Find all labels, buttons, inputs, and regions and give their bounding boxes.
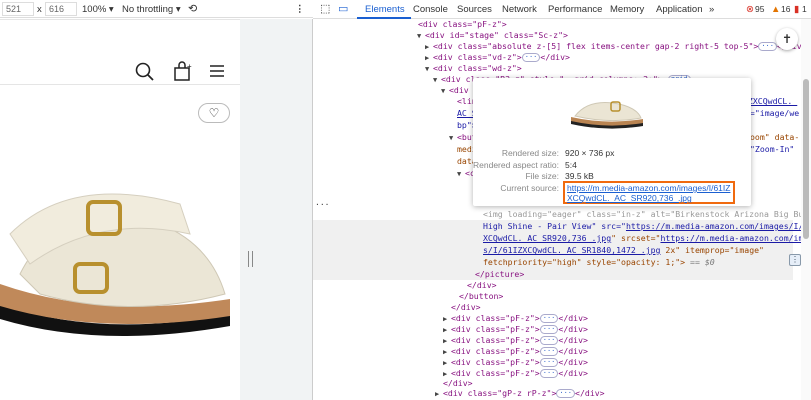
expand-dots[interactable]: ···: [539, 347, 559, 356]
page-viewport: + ♡: [0, 19, 240, 400]
dom-line[interactable]: s/I/61IZXCQwdCL._AC_SR1840,1472_.jpg 2x"…: [483, 244, 764, 256]
more-tabs-button[interactable]: »: [709, 4, 714, 15]
dom-text: <div class="pF-z">: [451, 357, 540, 367]
dom-text: </div>: [575, 388, 605, 398]
src-link[interactable]: https://m.media-amazon.com/images/I/61IZ: [626, 221, 801, 231]
product-image-sandals[interactable]: [0, 154, 240, 354]
tab-network[interactable]: Network: [502, 4, 537, 15]
dom-text: <div class="vd-z">: [433, 52, 522, 62]
viewport-width-input[interactable]: [2, 2, 34, 16]
wishlist-heart-button[interactable]: ♡: [198, 103, 230, 123]
expand-dots[interactable]: ···: [539, 369, 559, 378]
dom-text: <div class="gP-z rP-z">: [443, 388, 557, 398]
viewport-height-input[interactable]: [45, 2, 77, 16]
dom-text: </div>: [540, 52, 570, 62]
cart-icon[interactable]: +: [172, 60, 194, 82]
resize-handle[interactable]: [248, 251, 253, 267]
dom-text: </div>: [558, 346, 588, 356]
node-ellipsis[interactable]: ···: [315, 200, 329, 209]
src-link[interactable]: XCQwdCL._AC_SR920,736_.jpg: [483, 233, 611, 243]
tab-sources[interactable]: Sources: [457, 4, 492, 15]
dom-line[interactable]: <img loading="eager" class="in-z" alt="B…: [483, 208, 801, 220]
more-options-icon[interactable]: ⋮: [295, 4, 305, 15]
dom-line[interactable]: "Zoom-In": [750, 143, 794, 155]
viewport-resize-gutter: [240, 19, 313, 400]
tab-application[interactable]: Application: [656, 4, 702, 15]
current-source-label: Current source:: [500, 183, 559, 193]
error-count[interactable]: 95: [755, 4, 764, 14]
dom-text: <div class="pF-z">: [451, 335, 540, 345]
expand-dots[interactable]: ···: [539, 325, 559, 334]
selected-node-marker: == $0: [685, 257, 715, 267]
tab-performance[interactable]: Performance: [548, 4, 602, 15]
dom-text: " srcset=": [611, 233, 661, 243]
svg-text:+: +: [187, 62, 192, 71]
issues-count[interactable]: 1: [802, 4, 807, 14]
dom-line[interactable]: XCQwdCL._AC_SR920,736_.jpg" srcset="http…: [483, 232, 801, 244]
devtools-tab-bar: ⬚ ▭ Elements Console Sources Network Per…: [313, 0, 811, 19]
expand-dots[interactable]: ···: [539, 336, 559, 345]
elements-dom-tree: ··· <div class="pF-z"> ▼ <div id="stage" …: [313, 19, 801, 400]
file-size-label: File size:: [525, 171, 559, 181]
dom-line[interactable]: fetchpriority="high" style="opacity: 1;"…: [483, 256, 715, 268]
rendered-size-value: 920 × 736 px: [565, 148, 615, 158]
aspect-ratio-label: Rendered aspect ratio:: [473, 160, 559, 170]
issues-icon[interactable]: ▮: [794, 4, 799, 15]
image-preview-tooltip: Rendered size: 920 × 736 px Rendered asp…: [473, 78, 751, 206]
dom-tree-scrollbar[interactable]: [801, 19, 811, 400]
warning-icon[interactable]: ▲: [771, 4, 780, 15]
dom-text: </div>: [558, 357, 588, 367]
dom-text: High Shine - Pair View" src=": [483, 221, 626, 231]
dom-text: </div>: [558, 368, 588, 378]
dom-line[interactable]: e="image/we: [745, 107, 799, 119]
dom-text: 2x" itemprop="image": [660, 245, 764, 255]
dom-text: </div>: [558, 324, 588, 334]
scrollbar-thumb[interactable]: [803, 79, 809, 239]
accessibility-icon[interactable]: ✝: [776, 28, 798, 50]
tab-elements[interactable]: Elements: [365, 4, 405, 15]
dom-text: <div class="pF-z">: [451, 313, 540, 323]
dom-text: </div>: [558, 313, 588, 323]
expand-dots[interactable]: ···: [556, 389, 576, 398]
rendered-size-label: Rendered size:: [501, 148, 559, 158]
ai-assist-icon[interactable]: ⋮: [789, 254, 801, 266]
srcset-link[interactable]: s/I/61IZXCQwdCL._AC_SR1840,1472_.jpg: [483, 245, 660, 255]
device-toolbar: x 100% ▾ No throttling ▾ ⟲ ⋮: [0, 0, 313, 18]
file-size-value: 39.5 kB: [565, 171, 594, 181]
aspect-ratio-value: 5:4: [565, 160, 577, 170]
dom-line[interactable]: ▶ <div class="gP-z rP-z"> ··· </div>: [435, 387, 605, 399]
dom-text: <div class="pF-z">: [451, 324, 540, 334]
srcset-link[interactable]: https://m.media-amazon.com/image: [660, 233, 801, 243]
dom-text: <div id="stage" class="Sc-z">: [425, 30, 568, 40]
throttling-select[interactable]: No throttling ▾: [122, 4, 181, 15]
device-toggle-icon[interactable]: ▭: [338, 2, 348, 15]
dimension-separator: x: [37, 4, 42, 15]
dom-line[interactable]: oom" data-: [750, 131, 799, 143]
zoom-select[interactable]: 100% ▾: [82, 4, 114, 15]
current-source-link[interactable]: https://m.media-amazon.com/images/I/61IZ…: [563, 181, 735, 204]
dom-line[interactable]: IZXCQwdCL._: [743, 95, 797, 107]
dom-text: </div>: [558, 335, 588, 345]
tab-memory[interactable]: Memory: [610, 4, 644, 15]
inspect-element-icon[interactable]: ⬚: [320, 2, 330, 15]
tooltip-image-thumbnail: [571, 101, 643, 129]
dom-text: fetchpriority="high" style="opacity: 1;"…: [483, 257, 686, 267]
error-icon[interactable]: ⊗: [746, 4, 754, 15]
dom-text: <div class="absolute z-[5] flex items-ce…: [433, 41, 759, 51]
rotate-icon[interactable]: ⟲: [188, 2, 197, 15]
tab-console[interactable]: Console: [413, 4, 448, 15]
dom-text: <div class="pF-z">: [451, 346, 540, 356]
dom-text: <div class="wd-z">: [433, 63, 522, 73]
site-header: +: [0, 19, 240, 85]
expand-dots[interactable]: ···: [539, 358, 559, 367]
menu-icon[interactable]: [209, 64, 225, 78]
expand-dots[interactable]: ···: [539, 314, 559, 323]
expand-dots[interactable]: ···: [758, 42, 777, 51]
expand-dots[interactable]: ···: [521, 53, 541, 62]
dom-line[interactable]: High Shine - Pair View" src="https://m.m…: [483, 220, 801, 232]
warning-count[interactable]: 16: [781, 4, 790, 14]
search-icon[interactable]: [135, 62, 155, 82]
